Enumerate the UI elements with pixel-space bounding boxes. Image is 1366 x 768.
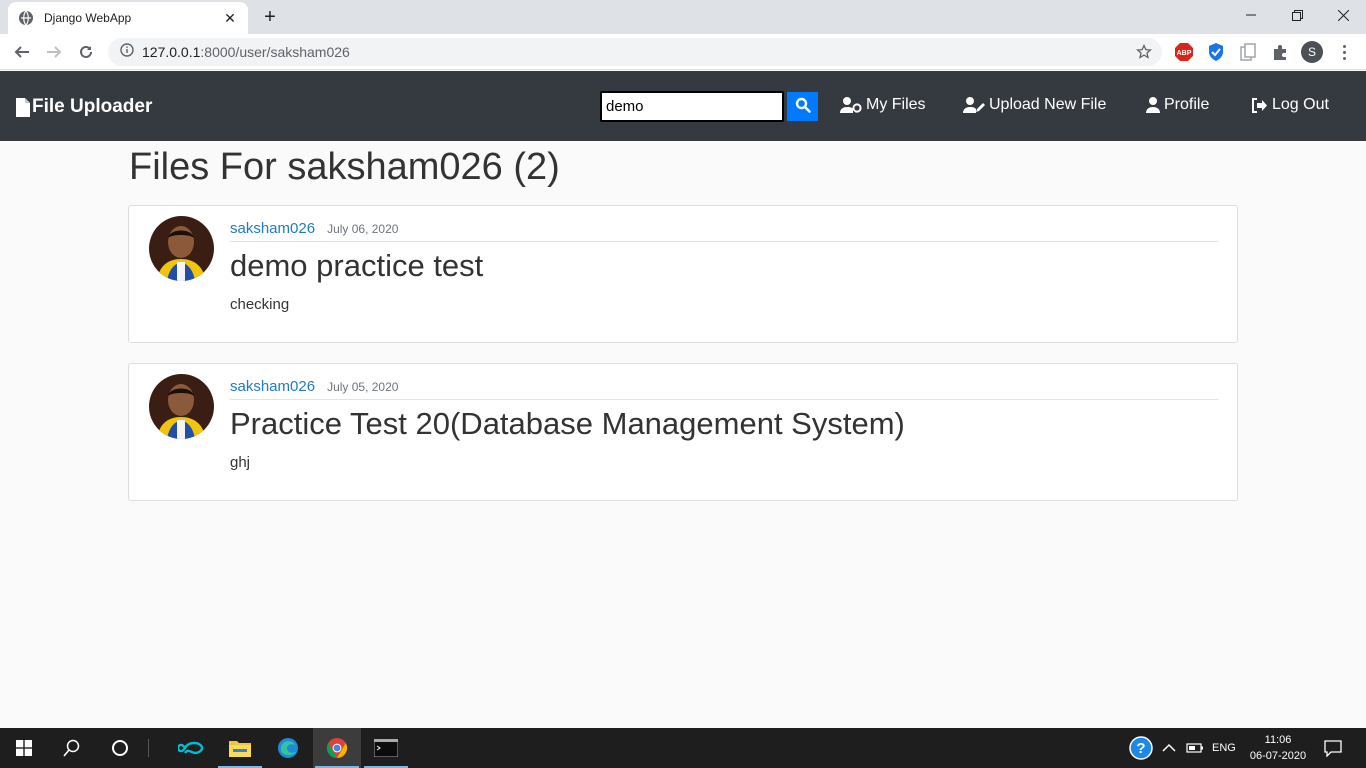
- svg-text:?: ?: [1136, 740, 1145, 757]
- clock-date: 06-07-2020: [1249, 750, 1307, 762]
- notification-icon[interactable]: [1324, 728, 1342, 768]
- post-date: July 06, 2020: [327, 222, 399, 236]
- user-cog-icon: [840, 97, 862, 113]
- close-window-icon[interactable]: [1320, 0, 1366, 30]
- minimize-icon[interactable]: [1228, 0, 1274, 30]
- nav-my-files-label: My Files: [866, 96, 926, 113]
- shield-extension-icon[interactable]: [1206, 42, 1226, 62]
- user-edit-icon: [963, 97, 985, 113]
- clock-time: 11:06: [1264, 734, 1292, 746]
- author-avatar[interactable]: [149, 374, 214, 439]
- post-author-link[interactable]: saksham026: [230, 378, 315, 395]
- nav-profile-label: Profile: [1164, 96, 1210, 113]
- language-indicator[interactable]: ENG: [1212, 728, 1236, 768]
- post-title-link[interactable]: Practice Test 20(Database Management Sys…: [230, 406, 905, 442]
- nav-profile[interactable]: Profile: [1146, 96, 1209, 114]
- post-meta: saksham026 July 05, 2020: [230, 378, 1218, 400]
- windows-taskbar: ? ENG 11:06 06-07-2020: [0, 728, 1366, 768]
- browser-toolbar: 127.0.0.1:8000/user/saksham026 ABP S: [0, 34, 1366, 70]
- terminal-icon[interactable]: [362, 728, 410, 768]
- post-card: saksham026 July 05, 2020 Practice Test 2…: [128, 363, 1238, 501]
- taskbar-divider: [144, 728, 154, 768]
- file-icon: [16, 97, 30, 117]
- svg-text:ABP: ABP: [1177, 50, 1192, 57]
- browser-tabstrip: Django WebApp ✕ +: [0, 0, 1366, 34]
- close-tab-icon[interactable]: ✕: [222, 10, 238, 26]
- user-icon: [1146, 97, 1160, 113]
- page-title: Files For saksham026 (2): [129, 146, 560, 188]
- search-button[interactable]: [787, 92, 818, 121]
- profile-avatar[interactable]: S: [1301, 41, 1323, 63]
- system-clock[interactable]: 11:06 06-07-2020: [1244, 732, 1312, 764]
- nav-upload-new-file[interactable]: Upload New File: [963, 96, 1106, 114]
- reload-icon[interactable]: [72, 38, 100, 66]
- globe-icon: [18, 10, 34, 26]
- new-tab-button[interactable]: +: [256, 5, 284, 29]
- post-meta: saksham026 July 06, 2020: [230, 220, 1218, 242]
- address-bar[interactable]: 127.0.0.1:8000/user/saksham026: [108, 38, 1162, 66]
- sign-out-icon: [1252, 97, 1267, 113]
- windows-start-icon[interactable]: [0, 728, 48, 768]
- browser-tab[interactable]: Django WebApp ✕: [8, 2, 248, 34]
- nav-upload-label: Upload New File: [989, 96, 1107, 113]
- url-host: 127.0.0.1: [142, 44, 201, 60]
- brand-text: File Uploader: [32, 96, 153, 117]
- url-path: :8000/user/saksham026: [200, 44, 350, 60]
- battery-icon[interactable]: [1186, 728, 1204, 768]
- post-description: checking: [230, 296, 290, 313]
- info-icon[interactable]: [120, 42, 134, 62]
- back-arrow-icon[interactable]: [8, 38, 36, 66]
- cortana-icon[interactable]: [96, 728, 144, 768]
- post-title-link[interactable]: demo practice test: [230, 248, 483, 284]
- chevron-up-icon[interactable]: [1162, 728, 1176, 768]
- site-navbar: File Uploader My Files Upload New File P…: [0, 71, 1366, 141]
- post-description: ghj: [230, 454, 251, 471]
- search-input[interactable]: [600, 91, 784, 122]
- post-card: saksham026 July 06, 2020 demo practice t…: [128, 205, 1238, 343]
- edge-browser-icon[interactable]: [264, 728, 312, 768]
- adblock-plus-icon[interactable]: ABP: [1174, 42, 1194, 62]
- file-explorer-icon[interactable]: [216, 728, 264, 768]
- post-author-link[interactable]: saksham026: [230, 220, 315, 237]
- search-icon[interactable]: [48, 728, 96, 768]
- nav-my-files[interactable]: My Files: [840, 96, 926, 114]
- url-text: 127.0.0.1:8000/user/saksham026: [142, 44, 350, 60]
- copy-extension-icon[interactable]: [1238, 42, 1258, 62]
- chrome-browser-icon[interactable]: [313, 728, 361, 768]
- tab-title: Django WebApp: [44, 11, 132, 25]
- nav-log-out[interactable]: Log Out: [1251, 96, 1329, 114]
- author-avatar[interactable]: [149, 216, 214, 281]
- post-date: July 05, 2020: [327, 380, 399, 394]
- help-icon[interactable]: ?: [1129, 728, 1153, 768]
- puzzle-extensions-icon[interactable]: [1270, 42, 1290, 62]
- window-controls: [1228, 0, 1366, 30]
- infinity-app-icon[interactable]: [167, 728, 215, 768]
- forward-arrow-icon[interactable]: [40, 38, 68, 66]
- brand-link[interactable]: File Uploader: [16, 96, 152, 118]
- nav-logout-label: Log Out: [1272, 96, 1329, 113]
- bookmark-star-icon[interactable]: [1136, 43, 1152, 65]
- search-icon: [795, 97, 811, 116]
- restore-icon[interactable]: [1274, 0, 1320, 30]
- more-menu-icon[interactable]: [1336, 42, 1352, 62]
